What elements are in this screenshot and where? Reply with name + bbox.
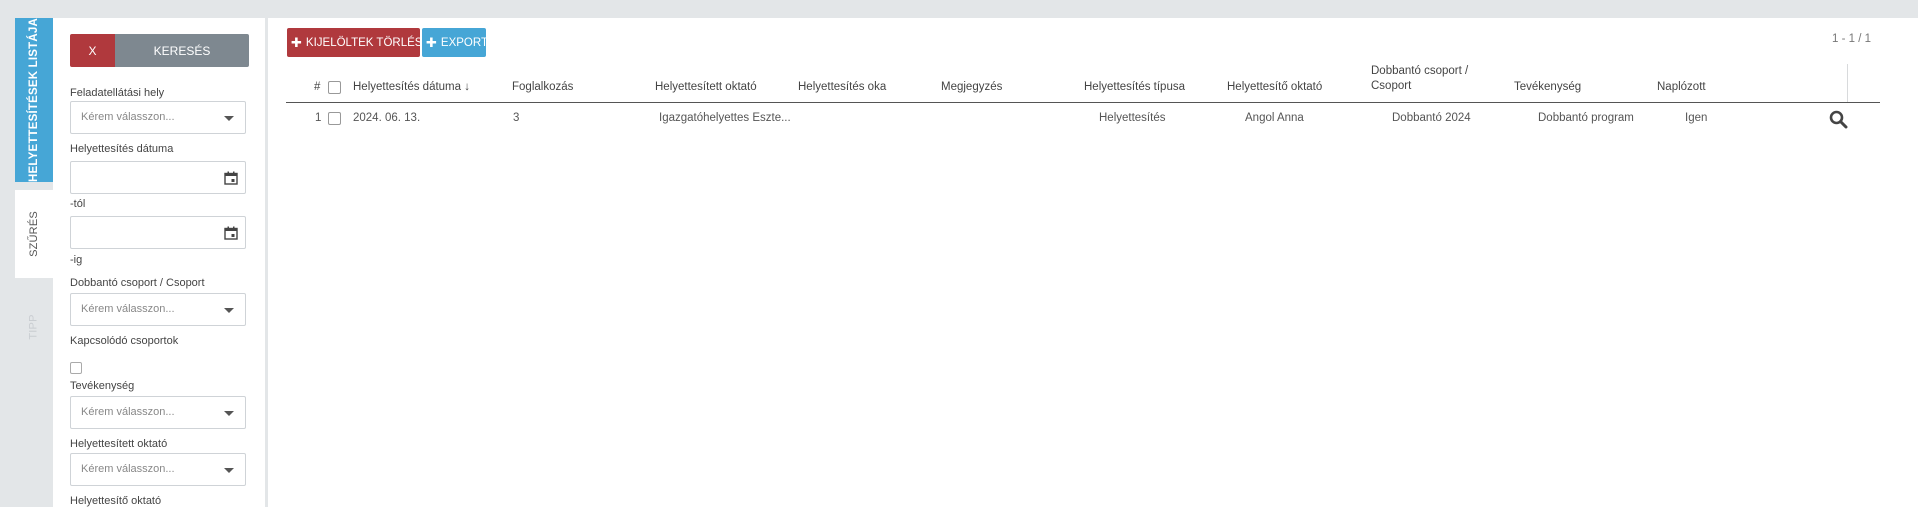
cell-datum: 2024. 06. 13. bbox=[353, 112, 421, 124]
tevekenyseg-select[interactable]: Kérem válasszon... bbox=[70, 396, 246, 429]
header-foglalkozas[interactable]: Foglalkozás bbox=[512, 81, 573, 93]
filter-buttons: X KERESÉS bbox=[70, 34, 249, 67]
header-helyettesitett-oktato[interactable]: Helyettesített oktató bbox=[655, 81, 757, 93]
header-dobbanto-line1: Dobbantó csoport / bbox=[1371, 65, 1469, 77]
cell-helyettesites-tipusa: Helyettesítés bbox=[1099, 112, 1166, 124]
plus-icon: ✚ bbox=[426, 34, 437, 50]
kapcsolodo-csoportok-checkbox[interactable] bbox=[70, 362, 82, 374]
field-label-feladatellatasi-hely: Feladatellátási hely bbox=[70, 87, 165, 99]
dobbanto-csoport-select[interactable]: Kérem válasszon... bbox=[70, 293, 246, 326]
header-dobbanto-csoport[interactable]: Dobbantó csoport / Csoport bbox=[1371, 65, 1468, 92]
header-helyettesito-oktato[interactable]: Helyettesítő oktató bbox=[1227, 81, 1322, 93]
chevron-down-icon bbox=[224, 308, 234, 313]
field-label-ig: -ig bbox=[70, 254, 83, 266]
tab-tipp[interactable]: TIPP bbox=[15, 286, 53, 368]
tab-label: SZŰRÉS bbox=[28, 211, 41, 257]
cell-helyettesitett-oktato: Igazgatóhelyettes Eszte... bbox=[659, 112, 791, 124]
header-helyettesites-oka[interactable]: Helyettesítés oka bbox=[798, 81, 886, 93]
chevron-down-icon bbox=[224, 468, 234, 473]
header-helyettesites-tipusa[interactable]: Helyettesítés típusa bbox=[1084, 81, 1185, 93]
select-all-checkbox[interactable] bbox=[328, 81, 341, 94]
header-underline bbox=[286, 102, 1880, 103]
cell-tevekenyseg: Dobbantó program bbox=[1538, 112, 1634, 124]
sort-arrow-down-icon: ↓ bbox=[464, 81, 470, 93]
chevron-down-icon bbox=[224, 411, 234, 416]
tab-helyettesitesek-listaja[interactable]: HELYETTESÍTÉSEK LISTÁJA bbox=[15, 18, 53, 182]
tab-label: HELYETTESÍTÉSEK LISTÁJA bbox=[28, 18, 40, 182]
cell-foglalkozas: 3 bbox=[513, 112, 520, 124]
vertical-tabs: HELYETTESÍTÉSEK LISTÁJA SZŰRÉS TIPP bbox=[15, 18, 53, 507]
field-label-kapcsolodo-csoportok: Kapcsolódó csoportok bbox=[70, 335, 179, 347]
header-datum-label: Helyettesítés dátuma bbox=[353, 81, 462, 93]
helyettesitett-oktato-select[interactable]: Kérem válasszon... bbox=[70, 453, 246, 486]
search-button[interactable]: KERESÉS bbox=[115, 34, 249, 67]
search-icon[interactable] bbox=[1829, 110, 1848, 129]
pagination-info: 1 - 1 / 1 bbox=[1832, 33, 1871, 45]
select-placeholder: Kérem válasszon... bbox=[81, 111, 175, 123]
chevron-down-icon bbox=[224, 116, 234, 121]
header-dobbanto-line2: Csoport bbox=[1371, 80, 1412, 92]
plus-icon: ✚ bbox=[291, 34, 302, 50]
date-from-input[interactable] bbox=[70, 161, 246, 194]
row-select-checkbox[interactable] bbox=[328, 112, 341, 125]
delete-selected-label: KIJELÖLTEK TÖRLÉSE bbox=[305, 36, 431, 49]
export-button[interactable]: ✚ EXPORT bbox=[422, 28, 488, 57]
filter-sidebar: X KERESÉS Feladatellátási hely Kérem vál… bbox=[53, 18, 318, 507]
field-label-dobbanto-csoport: Dobbantó csoport / Csoport bbox=[70, 277, 205, 289]
header-datum[interactable]: Helyettesítés dátuma ↓ bbox=[353, 81, 470, 93]
tab-label: TIPP bbox=[28, 314, 40, 340]
field-label-tol: -tól bbox=[70, 198, 86, 210]
calendar-icon[interactable] bbox=[224, 171, 238, 185]
field-label-tevekenyseg: Tevékenység bbox=[70, 380, 135, 392]
date-to-input[interactable] bbox=[70, 216, 246, 249]
cell-helyettesito-oktato: Angol Anna bbox=[1245, 112, 1304, 124]
column-divider bbox=[1847, 64, 1848, 102]
calendar-icon[interactable] bbox=[224, 226, 238, 240]
header-naplozott[interactable]: Naplózott bbox=[1657, 81, 1706, 93]
feladatellatasi-hely-select[interactable]: Kérem válasszon... bbox=[70, 101, 246, 134]
export-label: EXPORT bbox=[440, 36, 488, 49]
select-placeholder: Kérem válasszon... bbox=[81, 303, 175, 315]
select-placeholder: Kérem válasszon... bbox=[81, 406, 175, 418]
cell-dobbanto-csoport: Dobbantó 2024 bbox=[1392, 112, 1471, 124]
field-label-helyettesito-oktato: Helyettesítő oktató bbox=[70, 495, 162, 507]
clear-filter-button[interactable]: X bbox=[70, 34, 115, 67]
field-label-helyettesites-datuma: Helyettesítés dátuma bbox=[70, 143, 174, 155]
header-megjegyzes[interactable]: Megjegyzés bbox=[941, 81, 1002, 93]
select-placeholder: Kérem válasszon... bbox=[81, 463, 175, 475]
cell-num: 1 bbox=[315, 112, 322, 124]
tab-szures[interactable]: SZŰRÉS bbox=[15, 190, 53, 278]
header-tevekenyseg[interactable]: Tevékenység bbox=[1514, 81, 1581, 93]
delete-selected-button[interactable]: ✚ KIJELÖLTEK TÖRLÉSE bbox=[287, 28, 430, 57]
field-label-helyettesitett-oktato: Helyettesített oktató bbox=[70, 438, 168, 450]
header-num: # bbox=[314, 81, 321, 93]
cell-naplozott: Igen bbox=[1685, 112, 1708, 124]
